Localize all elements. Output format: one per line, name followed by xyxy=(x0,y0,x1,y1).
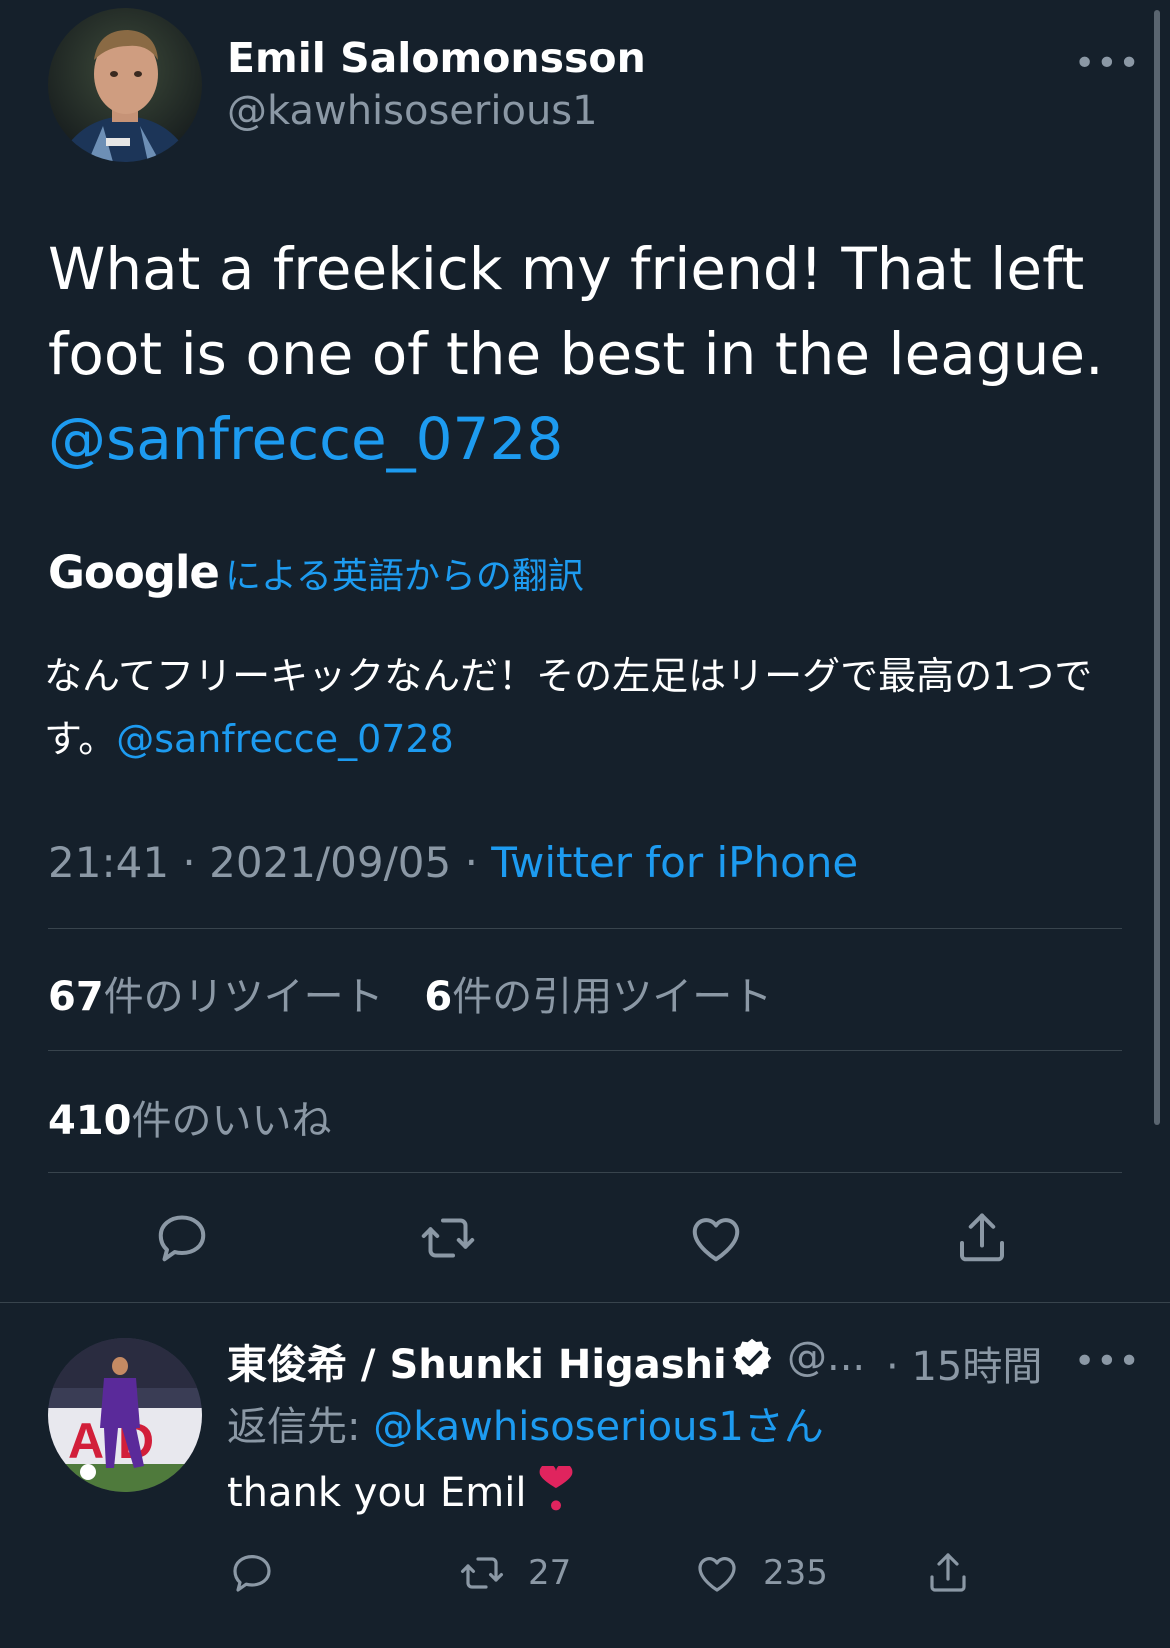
share-icon xyxy=(930,1553,966,1592)
reply-share-button[interactable] xyxy=(924,1548,972,1598)
scrollbar[interactable] xyxy=(1154,10,1160,1125)
author-avatar[interactable] xyxy=(48,8,202,162)
reply-author-handle[interactable]: @... xyxy=(787,1334,865,1380)
like-icon[interactable] xyxy=(686,1208,746,1268)
divider xyxy=(48,1050,1122,1051)
translated-mention-link[interactable]: @sanfrecce_0728 xyxy=(116,717,454,761)
reply-time[interactable]: · 15時間 xyxy=(886,1334,1042,1392)
reply-to-mention[interactable]: @kawhisoserious1さん xyxy=(373,1404,824,1450)
more-icon[interactable]: ••• xyxy=(1074,1344,1141,1380)
reply-icon[interactable] xyxy=(152,1208,212,1268)
reply-reply-button[interactable] xyxy=(228,1548,276,1598)
verified-icon xyxy=(730,1336,774,1380)
reply-text: thank you Emil xyxy=(227,1466,576,1516)
divider xyxy=(48,928,1122,929)
reply-author-avatar[interactable]: AiD xyxy=(48,1338,202,1492)
meta-separator: · xyxy=(182,838,196,887)
translated-text: なんてフリーキックなんだ！その左足はリーグで最高の1つです。@sanfrecce… xyxy=(44,645,1134,771)
reply-retweet-count: 27 xyxy=(528,1553,572,1593)
retweet-stats: 67件のリツイート 6件の引用ツイート xyxy=(48,964,772,1022)
reply-icon xyxy=(233,1555,271,1592)
reply-like-button[interactable]: 235 xyxy=(693,1548,828,1598)
tweet-source-link[interactable]: Twitter for iPhone xyxy=(491,838,858,887)
tweet-date: 2021/09/05 xyxy=(209,838,452,887)
author-handle[interactable]: @kawhisoserious1 xyxy=(227,88,598,134)
like-icon xyxy=(698,1557,736,1592)
retweet-icon[interactable] xyxy=(418,1208,478,1268)
google-logo: Google xyxy=(48,546,220,599)
retweet-count-link[interactable]: 67件のリツイート xyxy=(48,974,384,1020)
section-divider xyxy=(0,1302,1170,1303)
like-count-link[interactable]: 410件のいいね xyxy=(48,1098,332,1144)
quote-count-link[interactable]: 6件の引用ツイート xyxy=(424,974,772,1020)
reply-retweet-button[interactable]: 27 xyxy=(458,1548,571,1598)
tweet-body: What a freekick my friend! That left foo… xyxy=(48,235,1104,388)
share-icon[interactable] xyxy=(952,1208,1012,1268)
more-icon[interactable]: ••• xyxy=(1074,46,1141,82)
heart-emoji-icon xyxy=(540,1466,573,1511)
reply-to-prefix: 返信先: xyxy=(227,1404,374,1450)
reply-like-count: 235 xyxy=(763,1553,828,1593)
tweet-mention-link[interactable]: @sanfrecce_0728 xyxy=(48,405,563,473)
retweet-icon xyxy=(461,1557,503,1589)
reply-author-name[interactable]: 東俊希 / Shunki Higashi xyxy=(227,1332,727,1390)
tweet-text: What a freekick my friend! That left foo… xyxy=(48,227,1128,482)
like-stats: 410件のいいね xyxy=(48,1088,332,1146)
tweet-time: 21:41 xyxy=(48,838,170,887)
author-name[interactable]: Emil Salomonsson xyxy=(227,34,646,82)
tweet-meta: 21:41 · 2021/09/05 · Twitter for iPhone xyxy=(48,838,858,887)
divider xyxy=(48,1172,1122,1173)
translation-label[interactable]: による英語からの翻訳 xyxy=(225,556,584,597)
reply-to-line: 返信先: @kawhisoserious1さん xyxy=(227,1394,824,1452)
reply-body: thank you Emil xyxy=(227,1470,527,1516)
translation-attribution: Google による英語からの翻訳 xyxy=(48,546,584,599)
meta-separator: · xyxy=(464,838,478,887)
